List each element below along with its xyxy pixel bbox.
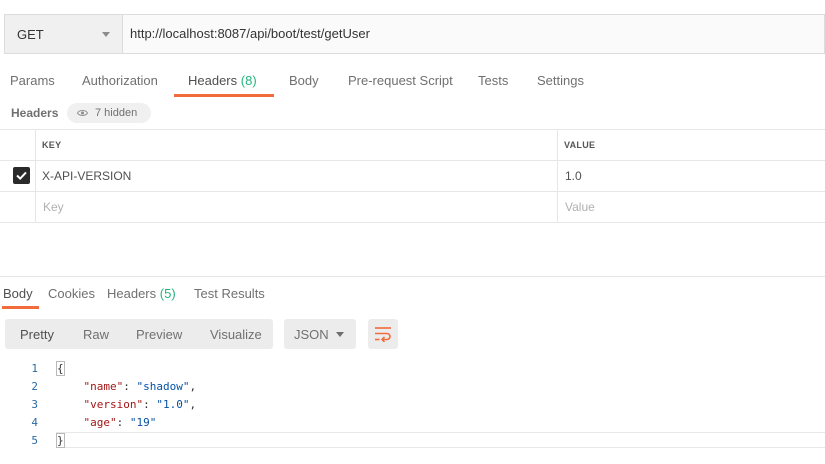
json-value: "shadow" [136, 380, 190, 393]
wrap-lines-icon [375, 327, 391, 342]
request-url-bar: GET http://localhost:8087/api/boot/test/… [4, 14, 825, 54]
format-raw-button[interactable]: Raw [83, 327, 109, 342]
chevron-down-icon [102, 32, 110, 37]
language-select[interactable]: JSON [284, 319, 356, 349]
active-tab-indicator [174, 94, 274, 97]
table-border [0, 222, 825, 223]
response-headers-count: (5) [159, 286, 176, 301]
current-line-highlight [56, 432, 825, 448]
column-header-key: KEY [42, 140, 62, 150]
tab-headers[interactable]: Headers (8) [188, 73, 257, 88]
line-number: 4 [31, 416, 38, 429]
table-border [0, 160, 825, 161]
format-preview-button[interactable]: Preview [136, 327, 182, 342]
tab-body[interactable]: Body [289, 73, 319, 88]
json-value: "1.0" [156, 398, 190, 411]
eye-icon [77, 110, 88, 116]
headers-section-title: Headers [11, 106, 59, 120]
code-line: "age": "19" [83, 416, 157, 429]
response-tab-headers[interactable]: Headers (5) [107, 286, 176, 301]
json-open-brace: { [56, 361, 65, 376]
response-tab-cookies[interactable]: Cookies [48, 286, 95, 301]
format-toggle-group: Pretty Raw Preview Visualize [5, 319, 273, 349]
tab-params[interactable]: Params [10, 73, 55, 88]
json-key: "age" [83, 416, 117, 429]
response-divider[interactable] [0, 276, 825, 277]
response-tab-body[interactable]: Body [3, 286, 33, 301]
url-input[interactable]: http://localhost:8087/api/boot/test/getU… [130, 26, 370, 41]
hidden-headers-toggle[interactable]: 7 hidden [67, 103, 151, 123]
table-border [0, 129, 825, 130]
table-border [0, 191, 825, 192]
json-key: "name" [83, 380, 124, 393]
language-label: JSON [294, 327, 329, 342]
line-number: 3 [31, 398, 38, 411]
new-value-input[interactable]: Value [565, 200, 595, 214]
table-divider [557, 129, 558, 222]
json-separator: , [189, 398, 197, 411]
code-line: "name": "shadow", [83, 380, 197, 393]
tab-pre-request-script[interactable]: Pre-request Script [348, 73, 453, 88]
header-key-cell[interactable]: X-API-VERSION [42, 169, 131, 183]
code-line: } [56, 433, 65, 448]
column-header-value: VALUE [564, 140, 596, 150]
table-divider [35, 129, 36, 222]
hidden-headers-label: 7 hidden [95, 107, 138, 119]
json-close-brace: } [56, 433, 65, 448]
tab-authorization[interactable]: Authorization [82, 73, 158, 88]
response-tab-test-results[interactable]: Test Results [194, 286, 265, 301]
checkmark-icon [16, 171, 27, 181]
line-number: 2 [31, 380, 38, 393]
json-key: "version" [83, 398, 144, 411]
header-enabled-checkbox[interactable] [13, 167, 30, 184]
active-response-tab-indicator [2, 306, 39, 309]
header-value-cell[interactable]: 1.0 [565, 169, 582, 183]
wrap-lines-button[interactable] [368, 319, 398, 349]
line-number: 1 [31, 362, 38, 375]
code-line: { [56, 361, 65, 376]
chevron-down-icon [336, 332, 344, 337]
code-line: "version": "1.0", [83, 398, 197, 411]
format-pretty-button[interactable]: Pretty [20, 327, 54, 342]
new-key-input[interactable]: Key [43, 200, 64, 214]
json-separator: , [189, 380, 197, 393]
method-select[interactable]: GET [5, 15, 123, 53]
json-value: "19" [129, 416, 157, 429]
format-visualize-button[interactable]: Visualize [210, 327, 262, 342]
method-label: GET [17, 27, 44, 42]
tab-settings[interactable]: Settings [537, 73, 584, 88]
line-number: 5 [31, 434, 38, 447]
tab-tests[interactable]: Tests [478, 73, 508, 88]
tab-headers-count: (8) [240, 73, 257, 88]
